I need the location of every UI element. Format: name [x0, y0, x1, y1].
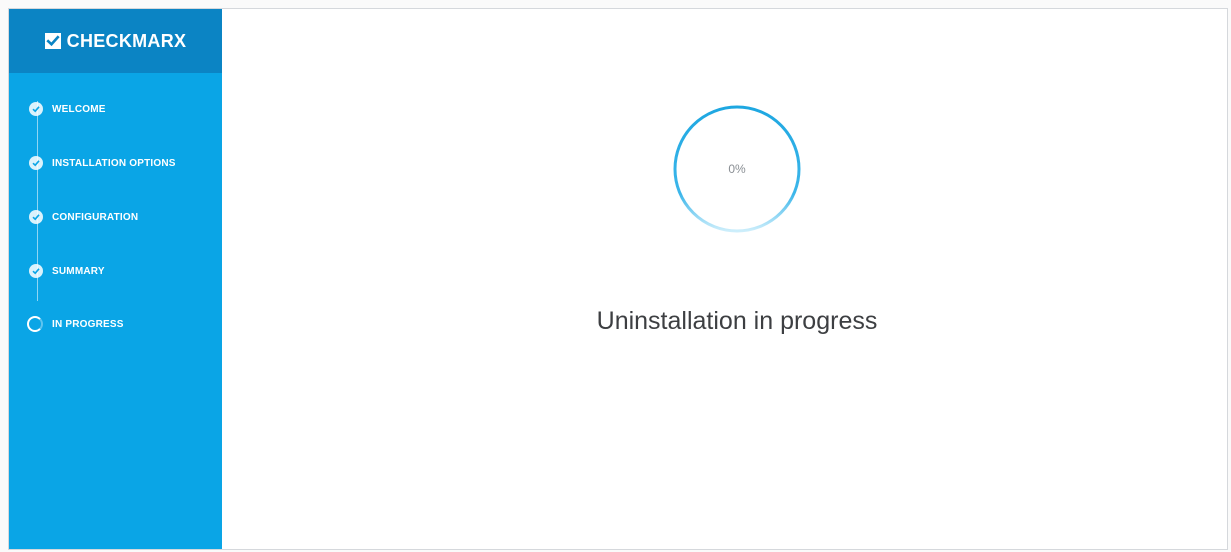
status-message: Uninstallation in progress [596, 307, 878, 335]
step-label: SUMMARY [52, 265, 105, 277]
sidebar: CHECKMARX WELCOME INSTALLATION OPTIONS C… [9, 9, 222, 549]
step-label: IN PROGRESS [52, 318, 124, 330]
brand-name: CHECKMARX [66, 30, 187, 51]
check-icon [29, 264, 43, 278]
step-label: CONFIGURATION [52, 211, 139, 223]
brand-header: CHECKMARX [9, 9, 222, 73]
step-welcome: WELCOME [29, 100, 106, 118]
progress-percent: 0% [728, 162, 746, 176]
installer-window: CHECKMARX WELCOME INSTALLATION OPTIONS C… [8, 8, 1228, 550]
step-summary: SUMMARY [29, 262, 105, 280]
step-label: INSTALLATION OPTIONS [52, 157, 176, 169]
main-panel: 0% Uninstallation in progress [222, 9, 1227, 549]
step-in-progress: IN PROGRESS [27, 315, 124, 333]
step-configuration: CONFIGURATION [29, 208, 138, 226]
step-installation-options: INSTALLATION OPTIONS [29, 154, 176, 172]
app-frame: CHECKMARX WELCOME INSTALLATION OPTIONS C… [0, 0, 1231, 552]
spinner-icon [27, 316, 43, 332]
check-icon [29, 102, 43, 116]
step-label: WELCOME [52, 103, 106, 115]
progress-ring: 0% [672, 104, 802, 234]
checkmarx-logo-icon [44, 33, 61, 49]
check-icon [29, 156, 43, 170]
check-icon [29, 210, 43, 224]
